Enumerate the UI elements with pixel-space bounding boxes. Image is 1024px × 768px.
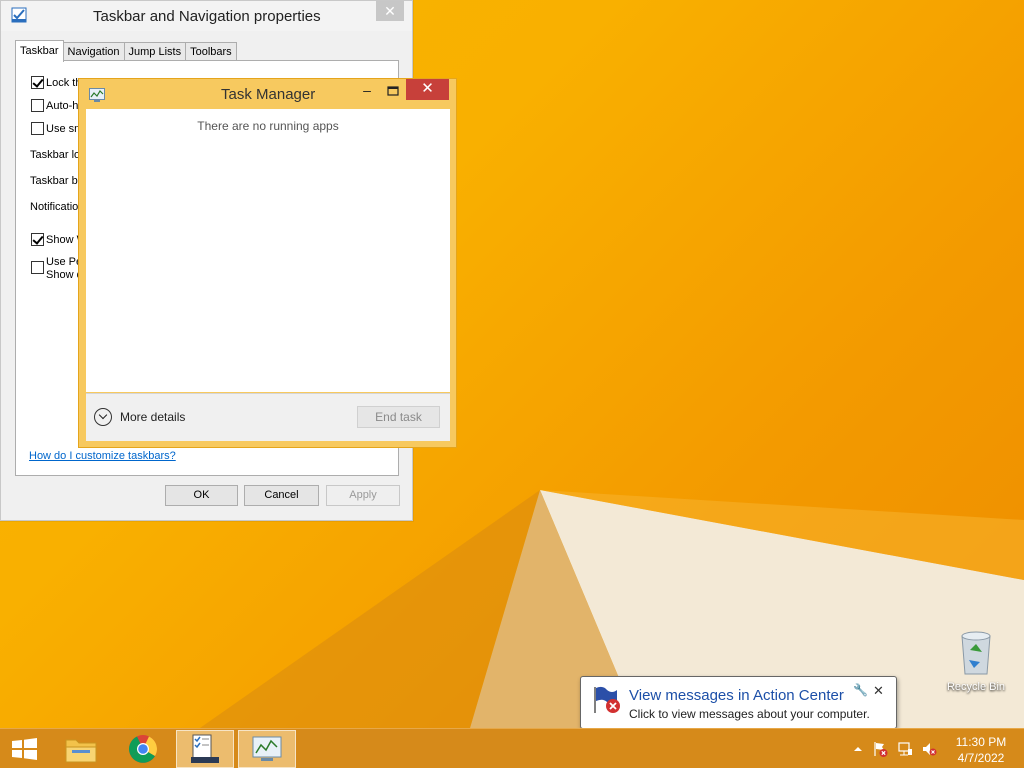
tab-jump-lists[interactable]: Jump Lists: [123, 42, 187, 62]
start-button[interactable]: [0, 730, 58, 768]
clock-date: 4/7/2022: [957, 751, 1005, 765]
task-manager-footer: More details End task: [86, 393, 450, 441]
apply-button[interactable]: Apply: [326, 485, 400, 506]
task-manager-title: Task Manager: [221, 86, 316, 103]
ok-button[interactable]: OK: [165, 485, 238, 506]
maximize-button[interactable]: [383, 82, 403, 102]
recycle-bin-icon: [961, 631, 991, 675]
chrome-taskbar-button[interactable]: [114, 730, 172, 768]
task-manager-window: Task Manager – ✕ There are no running ap…: [78, 78, 457, 448]
taskbar-properties-taskbar-button[interactable]: [176, 730, 234, 768]
customize-taskbars-help-link[interactable]: How do I customize taskbars?: [29, 450, 176, 462]
end-task-button[interactable]: End task: [357, 406, 440, 428]
taskbar-clock[interactable]: 11:30 PM 4/7/2022: [950, 734, 1012, 766]
auto-hide-checkbox[interactable]: [31, 99, 44, 112]
more-details-button[interactable]: More details: [120, 410, 185, 424]
show-hidden-icons-chevron-up-icon[interactable]: [850, 741, 866, 757]
notification-title: View messages in Action Center: [629, 687, 844, 704]
use-peek-checkbox[interactable]: [31, 261, 44, 274]
network-icon[interactable]: [897, 741, 913, 757]
windows-logo-icon: [12, 738, 37, 760]
use-peek-label: Use Pe: [46, 256, 83, 268]
maximize-icon: [387, 86, 399, 96]
action-center-tray-icon[interactable]: [872, 741, 888, 757]
volume-muted-icon[interactable]: [921, 741, 937, 757]
taskbar: 11:30 PM 4/7/2022: [0, 728, 1024, 768]
taskbar-location-label: Taskbar lo: [30, 149, 81, 161]
dialog-close-button[interactable]: ✕: [376, 1, 404, 21]
chevron-down-icon[interactable]: [94, 408, 112, 426]
no-apps-message: There are no running apps: [197, 119, 339, 133]
action-center-notification[interactable]: View messages in Action Center Click to …: [580, 676, 897, 741]
running-apps-list: There are no running apps: [86, 109, 450, 392]
recycle-bin-shortcut[interactable]: Recycle Bin: [940, 630, 1012, 693]
cancel-button[interactable]: Cancel: [244, 485, 319, 506]
task-manager-close-button[interactable]: ✕: [406, 79, 449, 100]
notification-area-label: Notification: [30, 201, 85, 213]
dialog-title: Taskbar and Navigation properties: [93, 8, 321, 25]
dialog-tabs: Taskbar Navigation Jump Lists Toolbars: [15, 40, 237, 62]
lock-taskbar-checkbox[interactable]: [31, 76, 44, 89]
tab-toolbars[interactable]: Toolbars: [185, 42, 237, 62]
show-windows-checkbox[interactable]: [31, 233, 44, 246]
chrome-icon: [129, 735, 157, 763]
notification-close-button[interactable]: ✕: [873, 683, 884, 699]
wrench-icon[interactable]: 🔧: [853, 683, 868, 697]
folder-icon: [65, 739, 97, 763]
task-manager-app-icon: [89, 88, 105, 102]
minimize-button[interactable]: –: [357, 82, 377, 102]
small-buttons-checkbox[interactable]: [31, 122, 44, 135]
task-manager-taskbar-button[interactable]: [238, 730, 296, 768]
dialog-titlebar[interactable]: Taskbar and Navigation properties ✕: [1, 1, 412, 31]
action-center-flag-icon: [594, 686, 620, 713]
properties-app-icon: [11, 7, 27, 23]
notification-text: Click to view messages about your comput…: [629, 707, 870, 721]
tab-taskbar[interactable]: Taskbar: [15, 40, 64, 62]
tab-navigation[interactable]: Navigation: [62, 42, 125, 62]
auto-hide-label: Auto-h: [46, 100, 79, 112]
checklist-icon: [191, 734, 219, 763]
file-explorer-taskbar-button[interactable]: [52, 730, 110, 768]
clock-time: 11:30 PM: [955, 735, 1007, 749]
recycle-bin-label: Recycle Bin: [946, 681, 1006, 693]
taskbar-buttons-label: Taskbar bu: [30, 175, 84, 187]
task-manager-icon: [252, 736, 282, 761]
